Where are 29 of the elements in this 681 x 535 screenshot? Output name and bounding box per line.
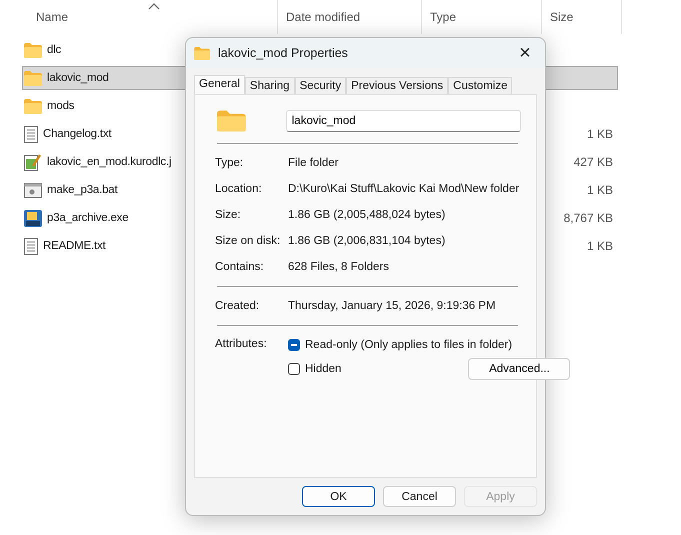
checkbox-label: Hidden: [305, 363, 342, 375]
file-size: 1 KB: [586, 239, 613, 253]
file-name: make_p3a.bat: [47, 184, 118, 196]
file-name: README.txt: [43, 240, 106, 252]
file-size: 427 KB: [574, 155, 613, 169]
file-name: lakovic_en_mod.kurodlc.j: [47, 156, 172, 168]
property-value: 1.86 GB (2,006,831,104 bytes): [288, 235, 446, 247]
property-value: D:\Kuro\Kai Stuff\Lakovic Kai Mod\New folder: [288, 183, 520, 195]
property-label: Size:: [215, 209, 242, 221]
property-label: Location:: [215, 183, 263, 195]
file-name: dlc: [47, 44, 62, 56]
file-size: 8,767 KB: [564, 211, 613, 225]
property-value: File folder: [288, 157, 338, 169]
property-label: Size on disk:: [215, 235, 282, 247]
file-name: mods: [47, 100, 74, 112]
file-size: 1 KB: [586, 127, 613, 141]
file-size: 1 KB: [586, 183, 613, 197]
file-name: p3a_archive.exe: [47, 212, 128, 224]
file-name: lakovic_mod: [47, 72, 109, 84]
property-value: 1.86 GB (2,005,488,024 bytes): [288, 209, 446, 221]
property-label: Contains:: [215, 261, 265, 273]
window-title: lakovic_mod Properties: [218, 46, 348, 60]
file-name: Changelog.txt: [43, 128, 112, 140]
property-label: Created:: [215, 300, 260, 312]
property-label: Attributes:: [215, 338, 268, 352]
property-value: 628 Files, 8 Folders: [288, 261, 389, 273]
checkbox-label: Read-only (Only applies to files in folder): [305, 339, 512, 351]
property-value: Thursday, January 15, 2026, 9:19:36 PM: [288, 300, 496, 312]
property-label: Type:: [215, 157, 244, 169]
